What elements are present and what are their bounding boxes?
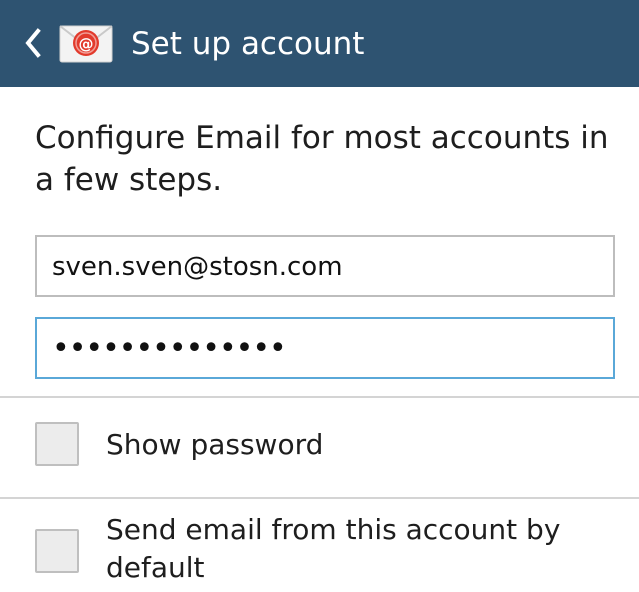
email-app-icon: @ <box>58 22 114 66</box>
page-title: Set up account <box>131 26 365 62</box>
default-account-checkbox[interactable] <box>35 529 79 573</box>
show-password-checkbox[interactable] <box>35 422 79 466</box>
chevron-left-icon <box>25 28 41 58</box>
email-field[interactable]: sven.sven@stosn.com <box>35 235 615 297</box>
password-field[interactable]: •••••••••••••• <box>35 317 615 379</box>
default-account-label: Send email from this account by default <box>106 513 561 584</box>
intro-text: Configure Email for most accounts in a f… <box>35 120 609 198</box>
show-password-option[interactable]: Show password <box>0 398 639 496</box>
default-account-option[interactable]: Send email from this account by default <box>0 499 639 592</box>
app-bar: @ Set up account <box>0 0 639 87</box>
back-button[interactable] <box>18 22 48 64</box>
svg-text:@: @ <box>79 35 94 53</box>
show-password-label: Show password <box>106 428 324 461</box>
